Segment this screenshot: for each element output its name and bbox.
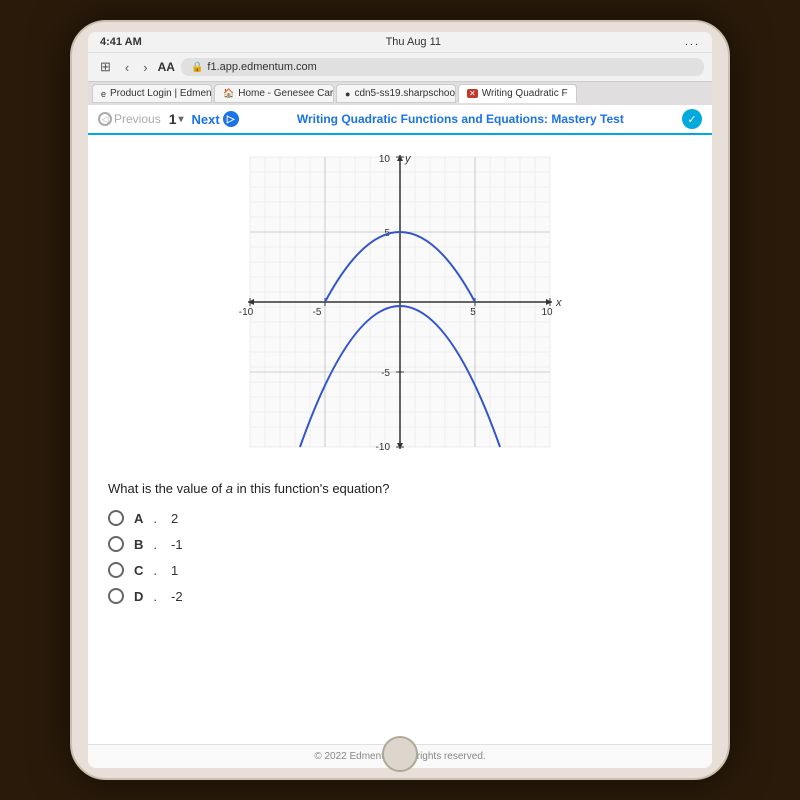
tab-label-2: Home - Genesee Caree... (238, 88, 334, 99)
previous-button[interactable]: ◁ Previous (98, 112, 161, 126)
radio-b[interactable] (108, 536, 124, 552)
question-text-before: What is the value of (108, 481, 226, 496)
page-title-text: Writing Quadratic Functions and Equation… (297, 112, 548, 126)
tab-writing-quadratic[interactable]: ✕ Writing Quadratic F (458, 84, 577, 103)
back-button[interactable]: ‹ (121, 58, 133, 77)
choice-d-label: D (134, 589, 143, 604)
page-title: Writing Quadratic Functions and Equation… (247, 112, 674, 126)
home-button[interactable] (382, 736, 418, 772)
tab-icon-1: e (101, 89, 106, 99)
choice-a-label: A (134, 511, 143, 526)
tab-product-login[interactable]: e Product Login | Edment... (92, 84, 212, 103)
choice-a[interactable]: A. 2 (108, 510, 692, 526)
choice-b-label: B (134, 537, 143, 552)
choice-d-value: -2 (171, 589, 183, 604)
choice-d[interactable]: D. -2 (108, 588, 692, 604)
tab-home[interactable]: 🏠 Home - Genesee Caree... (214, 84, 334, 103)
tab-cdn[interactable]: ● cdn5-ss19.sharpschool... (336, 84, 456, 103)
choice-c-value: 1 (171, 563, 178, 578)
status-dots: ... (685, 36, 700, 48)
svg-text:-10: -10 (239, 307, 254, 318)
next-button[interactable]: Next ▷ (192, 111, 239, 127)
browser-window: 4:41 AM Thu Aug 11 ... ⊞ ‹ › AA 🔒 f1.app… (88, 32, 712, 768)
question-text: What is the value of a in this function'… (108, 481, 692, 496)
tab-label-4: Writing Quadratic F (482, 88, 568, 99)
tab-label-1: Product Login | Edment... (110, 88, 212, 99)
choice-b-value: -1 (171, 537, 183, 552)
status-bar: 4:41 AM Thu Aug 11 ... (88, 32, 712, 53)
choice-c[interactable]: C. 1 (108, 562, 692, 578)
tab-label-3: cdn5-ss19.sharpschool... (354, 88, 456, 99)
page-nav: ◁ Previous 1 ▾ Next ▷ Writing Quadratic … (88, 105, 712, 135)
prev-circle: ◁ (98, 112, 112, 126)
browser-tabs: e Product Login | Edment... 🏠 Home - Gen… (88, 82, 712, 105)
radio-c[interactable] (108, 562, 124, 578)
url-bar[interactable]: 🔒 f1.app.edmentum.com (181, 58, 704, 76)
svg-text:-10: -10 (376, 442, 391, 453)
svg-text:-5: -5 (381, 368, 390, 379)
tablet: 4:41 AM Thu Aug 11 ... ⊞ ‹ › AA 🔒 f1.app… (70, 20, 730, 780)
next-arrow-icon: ▷ (223, 111, 239, 127)
svg-text:x: x (555, 297, 562, 309)
chevron-down-icon: ▾ (178, 114, 183, 125)
svg-text:-5: -5 (313, 307, 322, 318)
question-num-value: 1 (169, 111, 177, 127)
question-text-after: in this function's equation? (233, 481, 389, 496)
url-text: f1.app.edmentum.com (207, 61, 316, 73)
status-date: Thu Aug 11 (386, 36, 441, 48)
browser-toolbar: ⊞ ‹ › AA 🔒 f1.app.edmentum.com (88, 53, 712, 82)
choice-a-value: 2 (171, 511, 178, 526)
forward-button[interactable]: › (139, 58, 151, 77)
prev-label: Previous (114, 112, 161, 126)
graph-container: x y -5 5 -10 10 5 -5 10 -10 (220, 147, 580, 467)
question-variable: a (226, 481, 233, 496)
answer-choices: A. 2 B. -1 C. 1 D. -2 (108, 510, 692, 604)
radio-d[interactable] (108, 588, 124, 604)
page-title-colored: Mastery Test (551, 112, 623, 126)
question-number: 1 ▾ (169, 111, 184, 127)
graph-svg: x y -5 5 -10 10 5 -5 10 -10 (220, 147, 580, 467)
svg-text:10: 10 (541, 307, 553, 318)
choice-b[interactable]: B. -1 (108, 536, 692, 552)
aa-label[interactable]: AA (158, 60, 175, 74)
next-label: Next (192, 112, 220, 127)
svg-text:5: 5 (470, 307, 476, 318)
status-time: 4:41 AM (100, 36, 142, 48)
sidebar-toggle-button[interactable]: ⊞ (96, 57, 115, 77)
svg-text:10: 10 (379, 154, 391, 165)
check-icon: ✓ (682, 109, 702, 129)
content-area: x y -5 5 -10 10 5 -5 10 -10 (88, 135, 712, 744)
tab-close-icon[interactable]: ✕ (467, 89, 478, 98)
choice-c-label: C (134, 563, 143, 578)
radio-a[interactable] (108, 510, 124, 526)
lock-icon: 🔒 (191, 62, 203, 73)
tab-icon-3: ● (345, 89, 350, 99)
tab-icon-2: 🏠 (223, 88, 234, 99)
